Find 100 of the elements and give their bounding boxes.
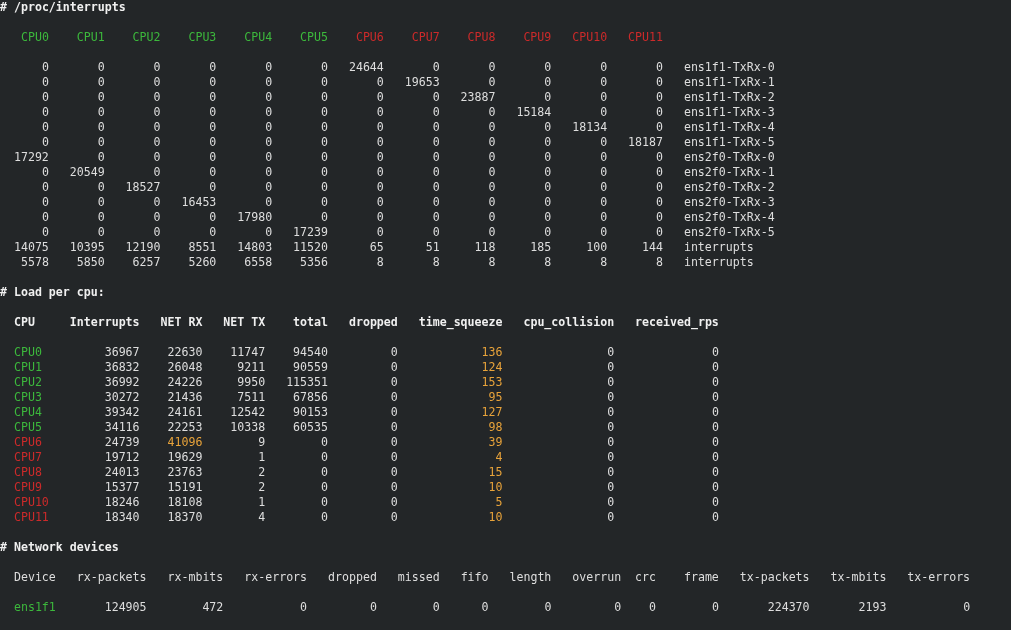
table-cell: 8 (376, 255, 384, 270)
table-cell: 0 (41, 210, 49, 225)
table-cell: 0 (432, 210, 440, 225)
table-cell: 0 (544, 150, 552, 165)
table-cell: 0 (600, 195, 608, 210)
table-cell: 0 (321, 510, 328, 525)
table-cell: 0 (711, 510, 719, 525)
table-cell: 124905 (104, 600, 147, 615)
table-cell: 0 (390, 495, 398, 510)
table-cell: 0 (265, 120, 273, 135)
table-cell: 14075 (13, 240, 49, 255)
section-heading: # /proc/interrupts (0, 0, 126, 15)
table-cell: 0 (321, 75, 328, 90)
table-cell: 144 (642, 240, 663, 255)
table-cell: 0 (607, 435, 615, 450)
table-cell: 0 (432, 90, 440, 105)
table-cell: 18527 (125, 180, 161, 195)
table-cell: 17239 (293, 225, 328, 240)
table-cell: CPU5 (13, 420, 42, 435)
table-cell: 67856 (293, 390, 328, 405)
table-cell: 12190 (125, 240, 161, 255)
table-cell: 0 (711, 345, 719, 360)
table-cell: 0 (390, 390, 398, 405)
table-cell: 5356 (300, 255, 328, 270)
table-cell: 0 (265, 150, 273, 165)
table-cell: 15 (488, 465, 503, 480)
table-cell: 8 (432, 255, 440, 270)
table-cell: 118 (474, 240, 496, 255)
table-cell: 0 (153, 225, 161, 240)
table-cell: 0 (41, 195, 49, 210)
table-cell: 17980 (237, 210, 273, 225)
table-cell: 0 (432, 195, 440, 210)
table-cell: 0 (209, 210, 217, 225)
table-cell: 0 (369, 600, 377, 615)
table-cell: 0 (600, 150, 608, 165)
table-cell: 0 (321, 180, 328, 195)
table-cell: 0 (97, 105, 105, 120)
table-cell: 15184 (516, 105, 552, 120)
table-cell: CPU9 (13, 480, 42, 495)
table-cell: 0 (432, 600, 440, 615)
table-cell: 0 (209, 120, 217, 135)
table-cell: 0 (600, 60, 608, 75)
table-cell: 0 (711, 600, 719, 615)
section-heading: # Network devices (0, 540, 119, 555)
table-cell: 0 (656, 180, 663, 195)
table-cell: 0 (97, 120, 105, 135)
table-cell: 0 (600, 165, 608, 180)
table-cell: 8 (656, 255, 663, 270)
table-cell: 0 (390, 465, 398, 480)
table-cell: 0 (41, 90, 49, 105)
column-header: NET TX (223, 315, 266, 330)
table-cell: 34116 (104, 420, 140, 435)
table-cell: 0 (153, 75, 161, 90)
table-cell: 127 (481, 405, 503, 420)
table-cell: 19653 (404, 75, 440, 90)
table-cell: 9950 (237, 375, 266, 390)
table-cell: 4 (258, 510, 266, 525)
table-cell: 0 (153, 210, 161, 225)
table-cell-text: ens1f1-TxRx-1 (683, 75, 776, 90)
table-cell: 0 (265, 225, 273, 240)
table-cell: 0 (649, 600, 657, 615)
column-header: fifo (460, 570, 489, 585)
table-cell: 0 (97, 180, 105, 195)
table-cell: 5850 (76, 255, 105, 270)
table-cell: 2 (258, 480, 266, 495)
table-cell: 0 (488, 195, 496, 210)
table-cell: 18108 (167, 495, 203, 510)
table-cell: CPU4 (13, 405, 42, 420)
table-cell: 0 (544, 225, 552, 240)
table-cell: 0 (209, 150, 217, 165)
table-cell: 0 (432, 120, 440, 135)
table-cell: 24739 (104, 435, 140, 450)
table-cell: 0 (607, 360, 615, 375)
table-cell: 0 (600, 90, 608, 105)
table-cell: 0 (544, 135, 552, 150)
table-cell: 0 (711, 450, 719, 465)
table-cell: 0 (321, 495, 328, 510)
table-cell: 0 (607, 450, 615, 465)
table-cell: 0 (432, 150, 440, 165)
table-cell: 0 (376, 150, 384, 165)
table-cell: 5 (495, 495, 503, 510)
table-cell: 22253 (167, 420, 203, 435)
table-cell: 0 (209, 90, 217, 105)
table-cell: 0 (711, 495, 719, 510)
table-cell: 2193 (858, 600, 887, 615)
table-cell: 0 (607, 480, 615, 495)
table-cell: 0 (376, 75, 384, 90)
section-heading: # Load per cpu: (0, 285, 105, 300)
table-cell: 0 (432, 105, 440, 120)
table-cell: 0 (656, 195, 663, 210)
table-cell: 0 (321, 150, 328, 165)
table-cell: 0 (656, 90, 663, 105)
table-cell: CPU8 (13, 465, 42, 480)
table-cell: 0 (321, 120, 328, 135)
table-cell: 0 (153, 135, 161, 150)
table-cell: 22630 (167, 345, 203, 360)
table-cell: 100 (586, 240, 608, 255)
table-cell: 11747 (230, 345, 266, 360)
table-cell: 24226 (167, 375, 203, 390)
table-cell: 5578 (20, 255, 49, 270)
